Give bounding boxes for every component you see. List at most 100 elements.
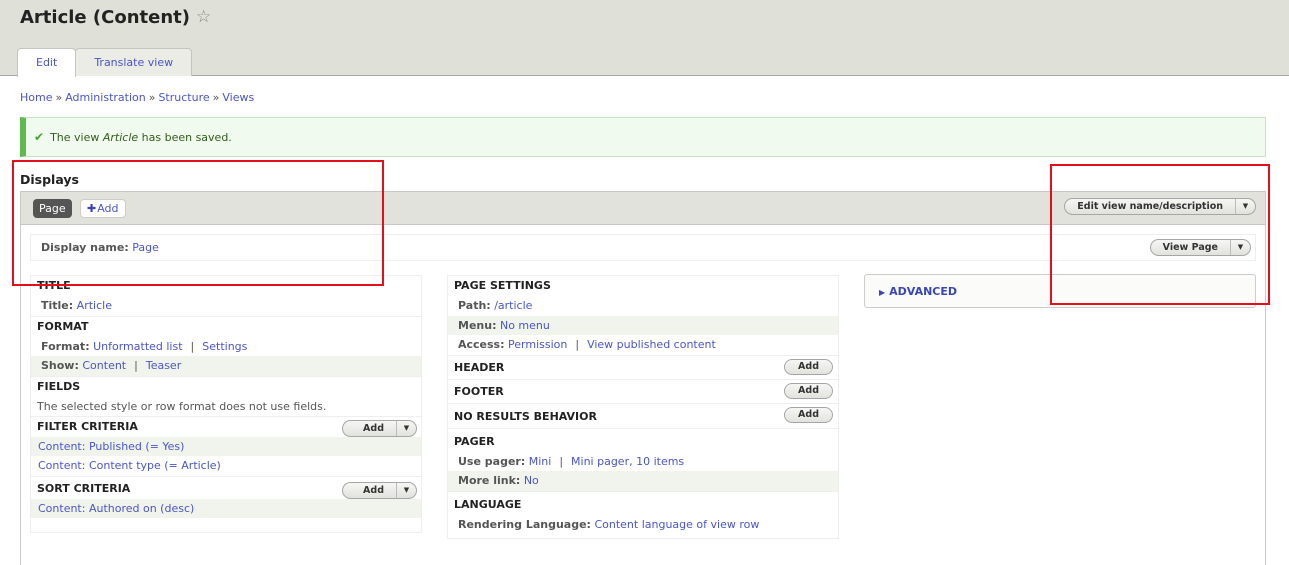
displays-title: Displays [20,172,79,187]
section-heading: FORMAT [37,319,89,333]
message-prefix: The view [50,131,103,144]
star-icon[interactable]: ☆ [196,7,211,27]
tab-edit[interactable]: Edit [17,48,77,77]
no-results-add-button[interactable]: Add [784,406,833,423]
access-row: Access: Permission | View published conten… [448,335,838,355]
show-value-link[interactable]: Content [82,359,126,372]
edit-view-name-button[interactable]: Edit view name/description [1065,199,1235,214]
rendering-language-row: Rendering Language: Content language of … [448,515,838,535]
pager-detail-link[interactable]: Mini pager, 10 items [571,455,684,468]
page-title: Article (Content) ☆ [20,7,211,28]
show-label: Show: [41,359,79,372]
menu-link[interactable]: No menu [500,319,550,332]
filter-add-dropbutton: Add ▼ [342,419,417,437]
separator: | [190,339,195,353]
primary-tabs: Edit Translate view [17,48,193,77]
menu-row: Menu: No menu [448,315,838,335]
section-no-results: NO RESULTS BEHAVIOR Add [448,404,838,429]
more-link-value[interactable]: No [524,474,539,487]
message-suffix: has been saved. [138,131,232,144]
show-mode-link[interactable]: Teaser [146,359,181,372]
title-label: Title: [41,299,74,312]
footer-add-button[interactable]: Add [784,382,833,399]
section-footer: FOOTER Add [448,380,838,404]
chevron-down-icon[interactable]: ▼ [1230,240,1250,255]
path-link[interactable]: /article [494,299,532,312]
chevron-down-icon[interactable]: ▼ [1235,199,1255,214]
breadcrumb-views[interactable]: Views [222,91,254,104]
tab-translate-view[interactable]: Translate view [75,48,193,76]
edit-view-name-dropbutton: Edit view name/description ▼ [1064,198,1256,215]
more-link-label: More link: [458,474,521,487]
section-filter-criteria: FILTER CRITERIA Add ▼ Content: Published… [31,417,421,477]
chevron-down-icon[interactable]: ▼ [396,420,416,436]
section-heading: PAGE SETTINGS [454,279,551,292]
message-view-name: Article [102,131,139,144]
more-link-row: More link: No [448,471,838,491]
section-pager: PAGER Use pager: Mini | Mini pager, 10 ite… [448,432,838,492]
add-display-button[interactable]: ✚Add [80,199,126,218]
section-page-settings: PAGE SETTINGS Path: /article Menu: No me… [448,276,838,356]
view-page-dropbutton: View Page ▼ [1149,239,1251,256]
title-value-link[interactable]: Article [77,299,112,312]
section-header: HEADER Add [448,356,838,380]
section-language: LANGUAGE Rendering Language: Content lan… [448,495,838,535]
section-heading: TITLE [37,279,71,292]
section-heading: FIELDS [37,379,81,393]
breadcrumb-separator: » [55,91,63,104]
title-row: Title: Article [31,296,421,316]
use-pager-link[interactable]: Mini [529,455,552,468]
column-first: TITLE Title: Article FORMAT Format: Unfo… [30,275,422,533]
format-value-link[interactable]: Unformatted list [93,340,182,353]
filter-item: Content: Content type (= Article) [31,456,421,476]
display-name-row: Display name: Page View Page ▼ [30,234,1256,261]
separator: | [134,359,138,372]
advanced-details[interactable]: ▶ ADVANCED [864,274,1256,308]
filter-item-link[interactable]: Content: Content type (= Article) [38,459,221,472]
sort-item: Content: Authored on (desc) [31,498,421,518]
triangle-right-icon: ▶ [879,288,886,297]
column-second: PAGE SETTINGS Path: /article Menu: No me… [447,275,839,539]
display-tab-page[interactable]: Page [33,199,72,218]
fields-note: The selected style or row format does no… [37,399,327,413]
format-settings-link[interactable]: Settings [202,340,247,353]
section-format: FORMAT Format: Unformatted list | Settings… [31,317,421,377]
path-row: Path: /article [448,296,838,316]
displays-tabs-bar: Page ✚Add Edit view name/description ▼ [20,191,1266,225]
breadcrumb-structure[interactable]: Structure [158,91,209,104]
view-page-button[interactable]: View Page [1151,240,1230,255]
section-heading: PAGER [454,434,495,448]
section-title: TITLE Title: Article [31,276,421,317]
show-row: Show: Content | Teaser [31,356,421,376]
filter-add-button[interactable]: Add [343,421,396,436]
add-display-label: Add [97,202,119,215]
access-link[interactable]: Permission [508,338,567,351]
section-heading: LANGUAGE [454,497,522,511]
path-label: Path: [458,299,491,312]
breadcrumb-administration[interactable]: Administration [65,91,146,104]
breadcrumb-home[interactable]: Home [20,91,52,104]
filter-item-link[interactable]: Content: Published (= Yes) [38,440,184,453]
display-name: Display name: Page [41,241,159,254]
plus-icon: ✚ [87,202,97,215]
use-pager-label: Use pager: [458,454,526,468]
rendering-language-link[interactable]: Content language of view row [594,518,759,531]
status-message: ✔ The view Article has been saved. [20,117,1266,157]
section-heading: NO RESULTS BEHAVIOR [454,409,597,423]
header-add-button[interactable]: Add [784,358,833,375]
advanced-toggle[interactable]: ▶ ADVANCED [879,285,957,298]
section-fields: FIELDS The selected style or row format … [31,377,421,417]
separator: | [559,454,564,468]
chevron-down-icon[interactable]: ▼ [396,482,416,498]
rendering-language-label: Rendering Language: [458,517,591,531]
menu-label: Menu: [458,318,497,332]
breadcrumb-separator: » [212,91,220,104]
sort-add-button[interactable]: Add [343,483,396,498]
page-header: Article (Content) ☆ Edit Translate view [0,0,1289,77]
display-name-link[interactable]: Page [132,241,159,254]
separator: | [575,338,580,351]
breadcrumb-separator: » [148,91,156,104]
access-detail-link[interactable]: View published content [587,338,716,351]
sort-item-link[interactable]: Content: Authored on (desc) [38,502,194,515]
use-pager-row: Use pager: Mini | Mini pager, 10 items [448,452,838,472]
